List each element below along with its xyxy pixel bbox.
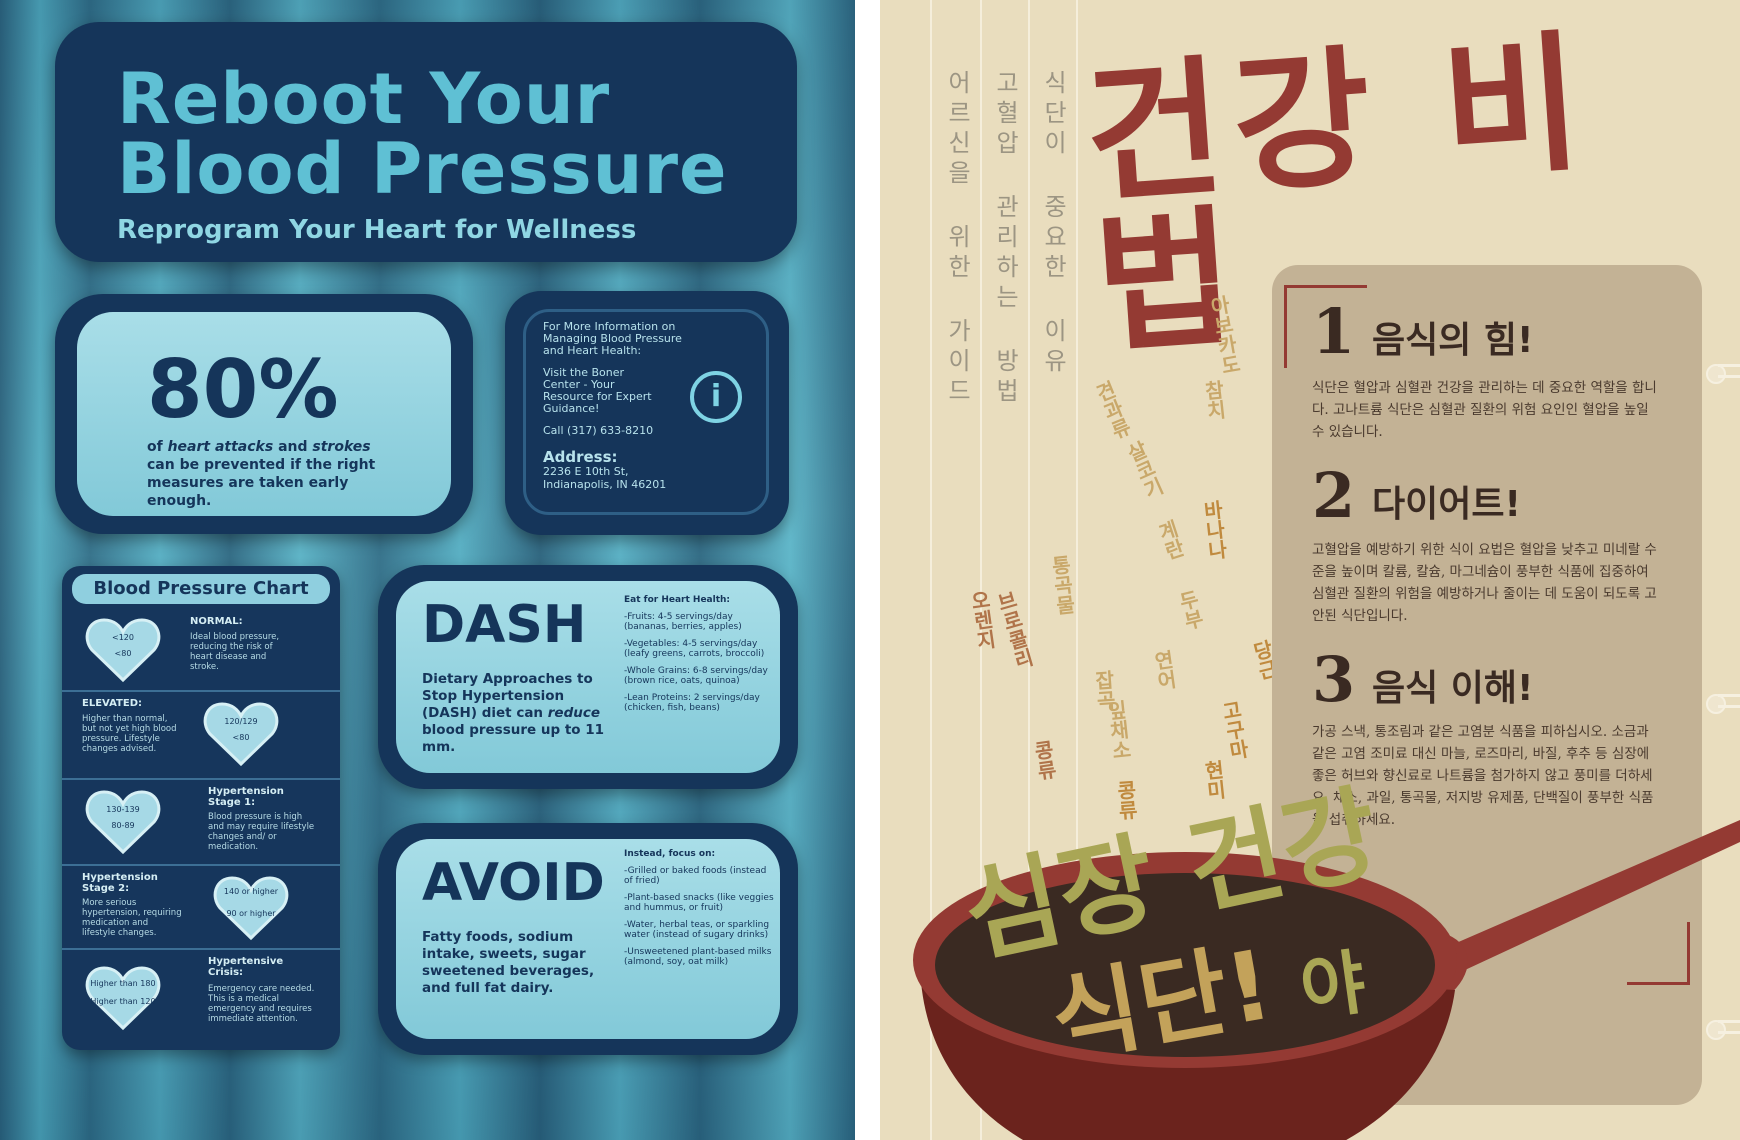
subtitle: Reprogram Your Heart for Wellness [117,215,637,245]
vertical-text-reason: 식단이 중요한 이유 [1039,70,1067,378]
avoid-list: Instead, focus on: -Grilled or baked foo… [624,849,774,968]
bowl-text-extra: 야 [1295,940,1371,1032]
vertical-text-manage: 고혈압 관리하는 방법 [991,70,1019,408]
stat-text: of heart attacks and strokes can be prev… [147,439,376,509]
food-word: 견과류 [1089,377,1135,443]
list-item: -Water, herbal teas, or sparkling water … [624,919,770,941]
food-word: 두부 [1173,587,1207,633]
avoid-desc: Fatty foods, sodium intake, sweets, suga… [422,929,595,996]
food-word: 살코기 [1120,437,1168,503]
poster-blood-pressure: Reboot Your Blood Pressure Reprogram You… [0,0,855,1140]
food-word: 고구마 [1216,698,1252,762]
food-word: 참치 [1199,378,1229,422]
list-item: -Unsweetened plant-based milks (almond, … [624,946,772,968]
section-title-1: 음식의 힘! [1372,320,1534,361]
stat-value: 80% [147,343,339,436]
section-number-1: 1 [1312,295,1356,368]
bp-chart-title: Blood Pressure Chart [72,574,330,604]
info-visit: Visit the Boner Center - Your Resource f… [543,366,652,415]
food-word: 바나나 [1198,498,1230,562]
vertical-text-guide: 어르신을 위한 가이드 [943,70,971,408]
poster-health-secrets: 어르신을 위한 가이드 고혈압 관리하는 방법 식단이 중요한 이유 건강 비법… [880,0,1740,1140]
title-card: Reboot Your Blood Pressure Reprogram You… [55,22,797,262]
dash-title: DASH [422,595,587,655]
list-item: -Grilled or baked foods (instead of frie… [624,865,767,887]
info-address-label: Address: [543,448,618,466]
info-icon: i [690,371,742,423]
bp-row-crisis: Higher than 180 Higher than 120 Hyperten… [62,950,340,1050]
bp-row-elevated: ELEVATED: Higher than normal, but not ye… [62,692,340,780]
section-body-2: 고혈압을 예방하기 위한 식이 요법은 혈압을 낮추고 미네랄 수준을 높이며 … [1312,542,1657,624]
title-line-1: Reboot Your [117,58,611,140]
list-item: -Lean Proteins: 2 servings/day (chicken,… [624,692,760,714]
section-number-2: 2 [1312,459,1356,532]
list-item: -Fruits: 4-5 servings/day (bananas, berr… [624,611,742,633]
bp-chart: Blood Pressure Chart <120 <80 NORMAL: Id… [62,566,340,1050]
food-word: 계란 [1152,517,1188,563]
dash-list: Eat for Heart Health: -Fruits: 4-5 servi… [624,595,774,720]
bp-row-stage2: Hypertension Stage 2: More serious hyper… [62,866,340,950]
info-card: For More Information on Managing Blood P… [505,291,789,535]
food-word: 통곡물 [1046,553,1078,617]
food-word: 콩류 [1029,738,1059,782]
bp-row-stage1: 130-139 80-89 Hypertension Stage 1: Bloo… [62,780,340,866]
avoid-card: AVOID Fatty foods, sodium intake, sweets… [378,823,798,1055]
list-item: -Plant-based snacks (like veggies and hu… [624,892,774,914]
dash-desc: Dietary Approaches to Stop Hypertension … [422,671,605,755]
binder-ring-icon [1706,360,1740,384]
dash-card: DASH Dietary Approaches to Stop Hyperten… [378,565,798,789]
food-word: 잎채소 [1102,698,1134,762]
spoon-handle [1440,820,1740,970]
section-title-3: 음식 이해! [1372,668,1534,709]
info-address-line2: Indianapolis, IN 46201 [543,478,667,491]
list-item: -Vegetables: 4-5 servings/day (leafy gre… [624,638,765,660]
list-item: -Whole Grains: 6-8 servings/day (brown r… [624,665,768,687]
section-title-2: 다이어트! [1372,484,1521,525]
section-body-1: 식단은 혈압과 심혈관 건강을 관리하는 데 중요한 역할을 합니다. 고나트륨… [1312,380,1657,440]
title-line-2: Blood Pressure [117,128,728,210]
stat-card: 80% of heart attacks and strokes can be … [55,294,473,534]
bp-row-normal: <120 <80 NORMAL: Ideal blood pressure, r… [62,610,340,692]
info-intro: For More Information on Managing Blood P… [543,320,682,357]
info-address-line1: 2236 E 10th St, [543,465,629,478]
avoid-title: AVOID [422,853,605,913]
section-number-3: 3 [1312,643,1356,716]
binder-ring-icon [1706,690,1740,714]
info-phone[interactable]: Call (317) 633-8210 [543,425,703,437]
food-word: 연어 [1149,648,1179,692]
